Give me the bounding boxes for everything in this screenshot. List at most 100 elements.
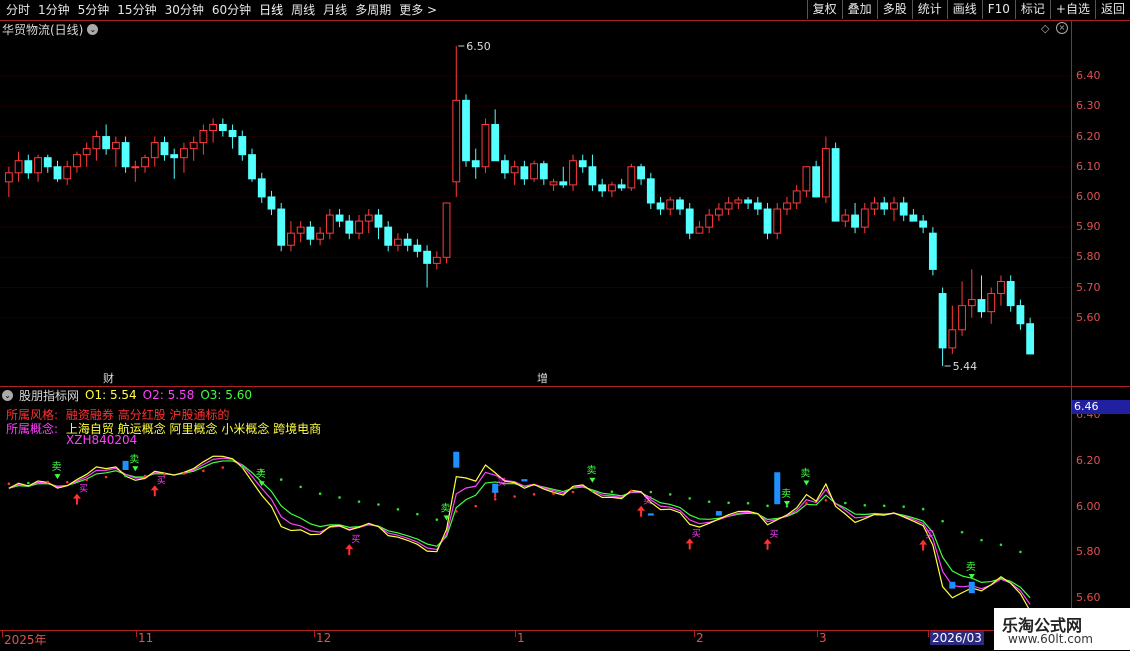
trend-dot bbox=[824, 499, 828, 502]
indicator-chart[interactable]: 卖卖卖卖卖卖卖卖买买买买买买买买 bbox=[0, 387, 1071, 630]
toolbar-button[interactable]: 画线 bbox=[946, 0, 982, 19]
buy-signal: 买 bbox=[497, 477, 506, 488]
candle-body bbox=[180, 148, 188, 159]
period-tab[interactable]: 更多 > bbox=[395, 0, 441, 20]
price-tick-label: 6.40 bbox=[1076, 69, 1101, 83]
trend-dot bbox=[727, 501, 730, 505]
trend-dot bbox=[357, 500, 361, 503]
trend-dot bbox=[124, 474, 127, 478]
candle-body bbox=[569, 160, 577, 186]
toolbar-button[interactable]: +自选 bbox=[1049, 0, 1095, 19]
toolbar-button[interactable]: 复权 bbox=[806, 0, 842, 19]
candle-body bbox=[763, 208, 772, 234]
candle-body bbox=[34, 157, 42, 174]
candle-body bbox=[676, 199, 684, 210]
increase-marker[interactable]: 增 bbox=[537, 371, 548, 385]
candle-body bbox=[549, 181, 558, 186]
candle-body bbox=[1016, 305, 1025, 325]
candle-body bbox=[1006, 280, 1015, 307]
period-tab[interactable]: 分时 bbox=[2, 0, 34, 20]
candle-body bbox=[491, 123, 500, 162]
trend-dot bbox=[921, 507, 925, 511]
candle-body bbox=[170, 154, 179, 159]
candle-body bbox=[306, 226, 315, 240]
signal-bar bbox=[492, 483, 499, 493]
date-label: 1 bbox=[517, 631, 525, 645]
period-tab[interactable]: 多周期 bbox=[351, 0, 395, 20]
indicator-tick-label: 6.20 bbox=[1076, 453, 1101, 467]
sell-signal: 卖 bbox=[51, 461, 61, 473]
candle-body bbox=[43, 157, 52, 168]
period-tab[interactable]: 30分钟 bbox=[161, 0, 208, 20]
period-tab[interactable]: 5分钟 bbox=[74, 0, 114, 20]
buy-arrow bbox=[72, 493, 81, 505]
date-label: 2 bbox=[696, 631, 704, 645]
finance-marker[interactable]: 财 bbox=[103, 371, 114, 385]
candle-body bbox=[287, 232, 295, 246]
sell-signal: 卖 bbox=[800, 468, 810, 480]
trend-dot bbox=[591, 489, 594, 493]
trend-dot bbox=[493, 497, 497, 501]
candle-body bbox=[92, 136, 101, 150]
candle-body bbox=[958, 305, 966, 331]
candle-body bbox=[821, 148, 830, 198]
candle-body bbox=[355, 220, 363, 234]
candle-body bbox=[102, 136, 111, 150]
candle-body bbox=[860, 208, 869, 228]
candle-body bbox=[384, 226, 393, 246]
trend-dot bbox=[532, 493, 536, 496]
price-tick-label: 6.30 bbox=[1076, 99, 1101, 113]
sell-arrow bbox=[589, 477, 596, 483]
candlestick-chart[interactable]: 6.50 5.44 财 增 bbox=[0, 38, 1071, 386]
period-tab[interactable]: 月线 bbox=[319, 0, 351, 20]
candle-body bbox=[734, 199, 743, 204]
candle-body bbox=[792, 190, 801, 204]
date-axis: 2025年 11 12 1 2 3 2026/03 bbox=[0, 630, 1130, 651]
signal-bar bbox=[453, 451, 460, 468]
candle-body bbox=[335, 214, 344, 222]
trend-dot bbox=[960, 530, 964, 534]
toolbar-button[interactable]: 标记 bbox=[1014, 0, 1050, 19]
trend-dot bbox=[863, 503, 867, 507]
candle-body bbox=[141, 157, 149, 168]
chevron-down-icon[interactable]: ⌄ bbox=[87, 23, 99, 35]
candle-body bbox=[617, 184, 626, 189]
trend-dot bbox=[396, 508, 400, 511]
close-icon[interactable]: × bbox=[1056, 22, 1068, 34]
toolbar-button[interactable]: 返回 bbox=[1094, 0, 1130, 19]
candle-body bbox=[890, 202, 898, 210]
candle-body bbox=[189, 142, 198, 150]
candle-body bbox=[783, 202, 791, 210]
toolbar-button[interactable]: 统计 bbox=[911, 0, 947, 19]
watermark-url: www.60lt.com bbox=[1008, 632, 1093, 646]
trend-dot bbox=[7, 482, 11, 485]
price-tick-label: 5.60 bbox=[1076, 310, 1101, 324]
period-tab[interactable]: 日线 bbox=[255, 0, 287, 20]
diamond-icon[interactable]: ◇ bbox=[1041, 22, 1049, 35]
trend-dot bbox=[513, 495, 516, 498]
candle-body bbox=[4, 172, 13, 183]
date-label: 2026/03 bbox=[930, 631, 984, 645]
buy-arrow bbox=[637, 505, 646, 517]
buy-arrow bbox=[919, 539, 928, 551]
indicator-tick-label: 6.00 bbox=[1076, 499, 1101, 513]
sell-arrow bbox=[803, 480, 810, 486]
date-label: 11 bbox=[138, 631, 154, 645]
period-toolbar: 分时 1分钟 5分钟 15分钟 30分钟 60分钟 日线 周线 月线 多周期 更多 > 复权 叠加 多股… bbox=[0, 0, 1130, 21]
period-tab[interactable]: 15分钟 bbox=[113, 0, 160, 20]
trend-dot bbox=[999, 543, 1003, 547]
current-price-label: 6.46 bbox=[1072, 400, 1130, 414]
candle-body bbox=[218, 123, 227, 132]
candle-body bbox=[325, 214, 334, 234]
buy-signal: 买 bbox=[692, 528, 701, 539]
period-tab[interactable]: 60分钟 bbox=[208, 0, 255, 20]
candle-body bbox=[82, 148, 91, 156]
date-tick bbox=[694, 631, 695, 637]
toolbar-button[interactable]: 多股 bbox=[876, 0, 912, 19]
period-tab[interactable]: 1分钟 bbox=[34, 0, 74, 20]
toolbar-button[interactable]: F10 bbox=[981, 0, 1015, 19]
candle-body bbox=[948, 329, 957, 349]
toolbar-button[interactable]: 叠加 bbox=[841, 0, 877, 19]
period-tab[interactable]: 周线 bbox=[287, 0, 319, 20]
date-tick bbox=[314, 631, 315, 637]
